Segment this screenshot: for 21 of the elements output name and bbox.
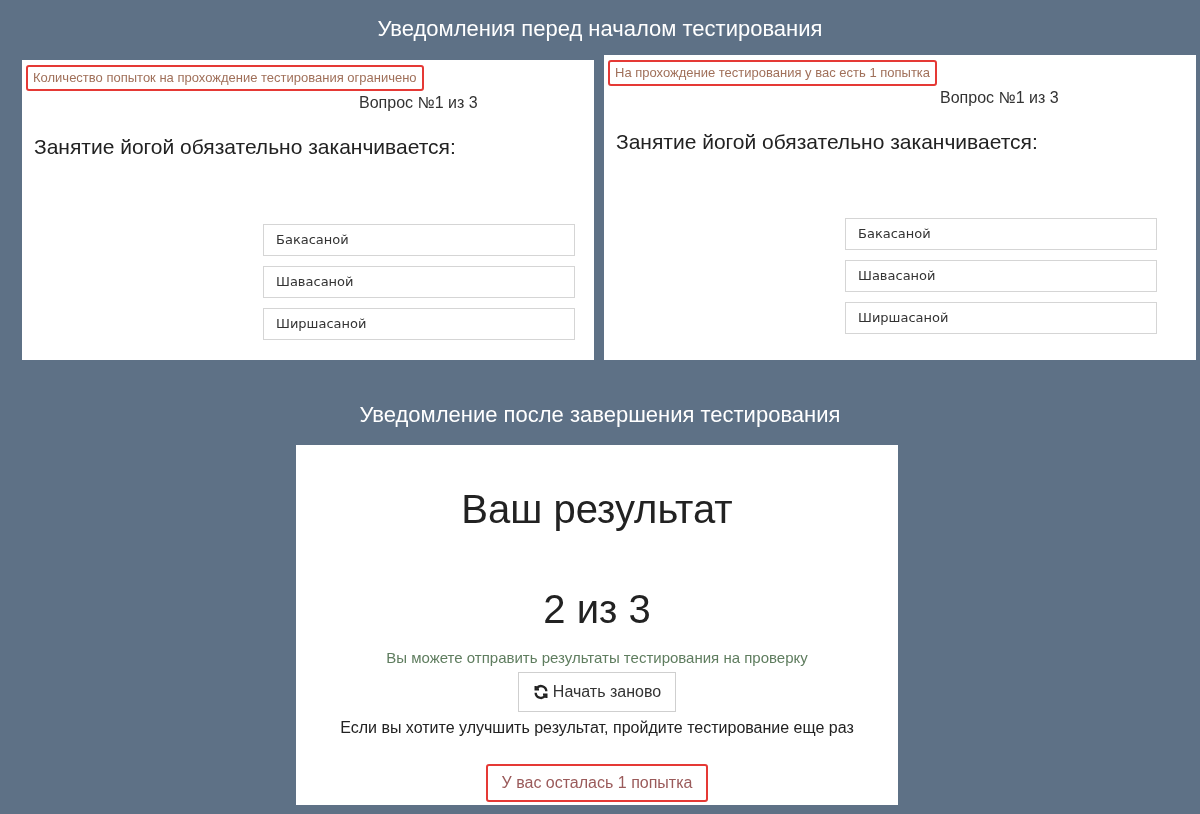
improve-note: Если вы хотите улучшить результат, пройдите тестирование еще раз [340,717,854,738]
section-heading: Уведомления перед началом тестирования [377,15,823,43]
question-counter: Вопрос №1 из 3 [359,92,478,113]
question-text: Занятие йогой обязательно заканчивается: [34,134,456,158]
question-text: Занятие йогой обязательно заканчивается: [616,129,1038,153]
attempts-notice: Количество попыток на прохождение тестирования ограничено [26,65,424,91]
answer-option[interactable]: Ширшасаной [263,308,575,340]
result-title: Ваш результат [461,486,733,533]
restart-button[interactable]: Начать заново [517,671,677,712]
answer-option[interactable]: Бакасаной [263,224,575,256]
answer-option[interactable]: Шавасаной [845,260,1157,292]
refresh-icon [532,683,549,700]
answer-option[interactable]: Ширшасаной [845,302,1157,334]
result-score: 2 из 3 [543,586,651,633]
attempts-notice: У вас осталась 1 попытка [485,763,709,802]
answer-option[interactable]: Бакасаной [845,218,1157,250]
attempts-notice: На прохождение тестирования у вас есть 1 попытка [608,60,938,86]
submit-note: Вы можете отправить результаты тестирования на проверку [386,648,808,668]
question-counter: Вопрос №1 из 3 [940,87,1059,108]
answer-option[interactable]: Шавасаной [263,266,575,298]
section-heading: Уведомление после завершения тестирования [359,401,841,429]
